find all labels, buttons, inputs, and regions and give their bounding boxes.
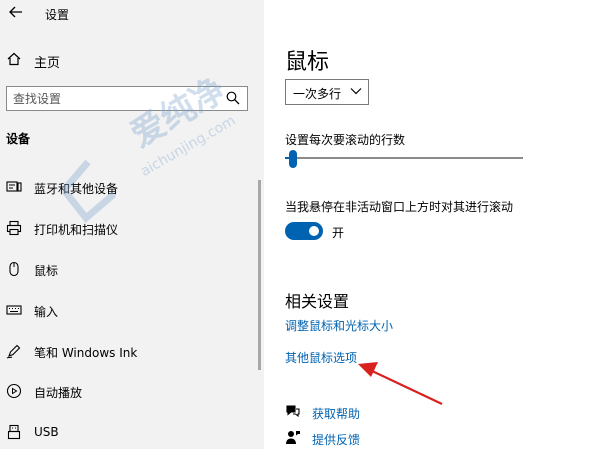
dropdown-value: 一次多行 (293, 87, 342, 101)
app-title: 设置 (45, 8, 70, 22)
give-feedback-row[interactable]: 提供反馈 (285, 428, 485, 448)
sidebar-item-bluetooth[interactable]: 蓝牙和其他设备 (0, 172, 258, 202)
inactive-scroll-label: 当我悬停在非活动窗口上方时对其进行滚动 (285, 200, 514, 214)
sidebar-item-label: 自动播放 (34, 386, 83, 400)
keyboard-icon (6, 305, 22, 315)
adjust-cursor-size-link[interactable]: 调整鼠标和光标大小 (285, 317, 393, 334)
related-settings-title: 相关设置 (285, 292, 350, 311)
get-help-row[interactable]: 获取帮助 (285, 402, 485, 422)
main-content: 鼠标 一次多行 设置每次要滚动的行数 当我悬停在非活动窗口上方时对其进行滚动 开… (264, 0, 600, 449)
toggle-knob (309, 226, 319, 236)
usb-icon (7, 424, 21, 440)
search-input[interactable] (7, 87, 217, 110)
sidebar-item-label: 打印机和扫描仪 (34, 223, 119, 237)
sidebar-item-printers[interactable]: 打印机和扫描仪 (0, 213, 258, 243)
sidebar-item-label: 输入 (34, 305, 59, 319)
section-title: 设备 (6, 132, 31, 146)
slider-thumb[interactable] (289, 150, 297, 168)
title-bar: 设置 (0, 0, 264, 26)
additional-mouse-options-link[interactable]: 其他鼠标选项 (285, 349, 357, 366)
sidebar-item-pen[interactable]: 笔和 Windows Ink (0, 336, 258, 366)
sidebar-item-label: USB (34, 425, 59, 439)
sidebar-item-autoplay[interactable]: 自动播放 (0, 376, 258, 406)
scroll-mode-dropdown[interactable]: 一次多行 (285, 79, 369, 105)
get-help-label: 获取帮助 (312, 407, 361, 421)
chevron-down-icon (350, 88, 362, 95)
sidebar-item-label: 笔和 Windows Ink (34, 346, 138, 360)
search-box[interactable] (6, 86, 248, 111)
sidebar-item-usb[interactable]: USB (0, 417, 258, 447)
sidebar: 设置 主页 设备 蓝牙和其他设备 打印机和扫描仪 鼠标 输入 笔和 Window… (0, 0, 264, 449)
lines-to-scroll-label: 设置每次要滚动的行数 (285, 133, 406, 147)
sidebar-item-typing[interactable]: 输入 (0, 295, 258, 325)
sidebar-item-label: 鼠标 (34, 264, 59, 278)
sidebar-item-home[interactable]: 主页 (0, 46, 264, 72)
printer-icon (6, 220, 22, 236)
help-chat-icon (286, 405, 300, 418)
pen-icon (6, 344, 21, 359)
search-icon[interactable] (226, 91, 240, 105)
home-icon (7, 52, 21, 66)
back-arrow-icon (9, 6, 22, 18)
slider-track (285, 157, 523, 159)
lines-to-scroll-slider[interactable] (285, 150, 523, 168)
back-button[interactable] (6, 3, 26, 21)
page-title: 鼠标 (285, 50, 330, 75)
sidebar-item-label: 蓝牙和其他设备 (34, 182, 119, 196)
bluetooth-devices-icon (6, 181, 22, 192)
sidebar-item-mouse[interactable]: 鼠标 (0, 254, 258, 284)
toggle-state-label: 开 (332, 226, 345, 240)
feedback-person-icon (286, 431, 300, 444)
autoplay-icon (6, 383, 22, 399)
give-feedback-label: 提供反馈 (312, 433, 361, 447)
mouse-icon (9, 261, 19, 277)
sidebar-scrollbar[interactable] (258, 180, 261, 370)
sidebar-item-label: 主页 (34, 56, 61, 71)
inactive-scroll-toggle[interactable] (285, 222, 323, 240)
